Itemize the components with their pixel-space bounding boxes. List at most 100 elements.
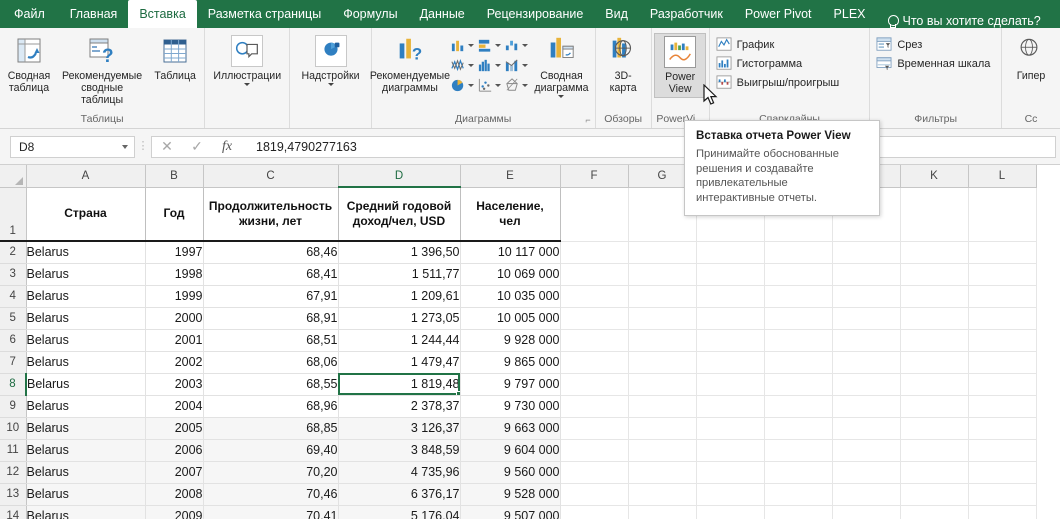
- row-header-4[interactable]: 4: [0, 285, 27, 308]
- select-all-corner[interactable]: [0, 165, 27, 188]
- charts-dialog-launcher-icon[interactable]: ⌐: [585, 115, 590, 125]
- cell-J13[interactable]: [832, 483, 901, 506]
- cell-D9[interactable]: 2 378,37: [338, 395, 461, 418]
- cell-I12[interactable]: [764, 461, 833, 484]
- cell-D11[interactable]: 3 848,59: [338, 439, 461, 462]
- accept-icon[interactable]: ✓: [182, 137, 212, 157]
- cell-E7[interactable]: 9 865 000: [460, 351, 561, 374]
- cell-D2[interactable]: 1 396,50: [338, 241, 461, 264]
- chevron-down-icon[interactable]: [558, 95, 565, 98]
- pivot-table-button[interactable]: Сводная таблица: [3, 33, 55, 94]
- cell-I8[interactable]: [764, 373, 833, 396]
- cell-G13[interactable]: [628, 483, 697, 506]
- cell-E8[interactable]: 9 797 000: [460, 373, 561, 396]
- timeline-button[interactable]: Временная шкала: [876, 56, 997, 71]
- addins-button[interactable]: Надстройки: [297, 33, 363, 86]
- cell-G3[interactable]: [628, 263, 697, 286]
- cell-F10[interactable]: [560, 417, 629, 440]
- cell-L9[interactable]: [968, 395, 1037, 418]
- cell-L13[interactable]: [968, 483, 1037, 506]
- cell-G8[interactable]: [628, 373, 697, 396]
- cell-I6[interactable]: [764, 329, 833, 352]
- cell-K2[interactable]: [900, 241, 969, 264]
- cell-B9[interactable]: 2004: [145, 395, 204, 418]
- cell-H5[interactable]: [696, 307, 765, 330]
- tab-insert[interactable]: Вставка: [128, 0, 197, 28]
- header-cell-country[interactable]: Страна: [26, 186, 146, 242]
- cell-J2[interactable]: [832, 241, 901, 264]
- cell-F2[interactable]: [560, 241, 629, 264]
- cell-L7[interactable]: [968, 351, 1037, 374]
- cell-A7[interactable]: Belarus: [26, 351, 146, 374]
- tab-developer[interactable]: Разработчик: [639, 0, 734, 28]
- chevron-down-icon[interactable]: [495, 64, 502, 67]
- cell-C13[interactable]: 70,46: [203, 483, 339, 506]
- cell-C2[interactable]: 68,46: [203, 241, 339, 264]
- cell-J11[interactable]: [832, 439, 901, 462]
- cell-A9[interactable]: Belarus: [26, 395, 146, 418]
- cell-I7[interactable]: [764, 351, 833, 374]
- cell-A3[interactable]: Belarus: [26, 263, 146, 286]
- cell-J6[interactable]: [832, 329, 901, 352]
- cell-J7[interactable]: [832, 351, 901, 374]
- cell-J9[interactable]: [832, 395, 901, 418]
- cell-F5[interactable]: [560, 307, 629, 330]
- cell-K5[interactable]: [900, 307, 969, 330]
- cell-J4[interactable]: [832, 285, 901, 308]
- column-header-b[interactable]: B: [145, 165, 204, 188]
- bar-chart-button[interactable]: [476, 36, 502, 55]
- combo-chart-button[interactable]: [503, 56, 529, 75]
- cell-K9[interactable]: [900, 395, 969, 418]
- chevron-down-icon[interactable]: [522, 44, 529, 47]
- cell-G7[interactable]: [628, 351, 697, 374]
- cell-A12[interactable]: Belarus: [26, 461, 146, 484]
- cell-K10[interactable]: [900, 417, 969, 440]
- cell-L3[interactable]: [968, 263, 1037, 286]
- cell-K8[interactable]: [900, 373, 969, 396]
- cell-K3[interactable]: [900, 263, 969, 286]
- cell-C5[interactable]: 68,91: [203, 307, 339, 330]
- cell-L11[interactable]: [968, 439, 1037, 462]
- header-cell-population[interactable]: Население, чел: [460, 186, 561, 242]
- column-chart-button[interactable]: [449, 36, 475, 55]
- tab-power-pivot[interactable]: Power Pivot: [734, 0, 823, 28]
- cell-D3[interactable]: 1 511,77: [338, 263, 461, 286]
- cell-F14[interactable]: [560, 505, 629, 519]
- cell-k1[interactable]: [900, 187, 969, 242]
- column-header-k[interactable]: K: [900, 165, 969, 188]
- cell-B13[interactable]: 2008: [145, 483, 204, 506]
- column-header-a[interactable]: A: [26, 165, 146, 188]
- cell-L2[interactable]: [968, 241, 1037, 264]
- tab-data[interactable]: Данные: [409, 0, 476, 28]
- chevron-down-icon[interactable]: [495, 44, 502, 47]
- header-cell-income[interactable]: Средний годовой доход/чел, USD: [338, 186, 461, 242]
- cell-K14[interactable]: [900, 505, 969, 519]
- cell-B12[interactable]: 2007: [145, 461, 204, 484]
- cell-H12[interactable]: [696, 461, 765, 484]
- cell-A6[interactable]: Belarus: [26, 329, 146, 352]
- cell-C3[interactable]: 68,41: [203, 263, 339, 286]
- cell-G6[interactable]: [628, 329, 697, 352]
- cell-B3[interactable]: 1998: [145, 263, 204, 286]
- cell-J10[interactable]: [832, 417, 901, 440]
- cell-A13[interactable]: Belarus: [26, 483, 146, 506]
- cell-E6[interactable]: 9 928 000: [460, 329, 561, 352]
- cell-I10[interactable]: [764, 417, 833, 440]
- tab-file[interactable]: Файл: [0, 0, 59, 28]
- cell-H7[interactable]: [696, 351, 765, 374]
- line-chart-button[interactable]: [449, 56, 475, 75]
- chevron-down-icon[interactable]: [468, 44, 475, 47]
- cell-L5[interactable]: [968, 307, 1037, 330]
- cell-I11[interactable]: [764, 439, 833, 462]
- cell-J5[interactable]: [832, 307, 901, 330]
- cell-L14[interactable]: [968, 505, 1037, 519]
- cell-C4[interactable]: 67,91: [203, 285, 339, 308]
- tell-me-search[interactable]: Что вы хотите сделать?: [877, 14, 1051, 28]
- cell-E5[interactable]: 10 005 000: [460, 307, 561, 330]
- cell-L4[interactable]: [968, 285, 1037, 308]
- column-header-e[interactable]: E: [460, 165, 561, 188]
- cell-H6[interactable]: [696, 329, 765, 352]
- cell-C7[interactable]: 68,06: [203, 351, 339, 374]
- tab-review[interactable]: Рецензирование: [476, 0, 595, 28]
- column-header-f[interactable]: F: [560, 165, 629, 188]
